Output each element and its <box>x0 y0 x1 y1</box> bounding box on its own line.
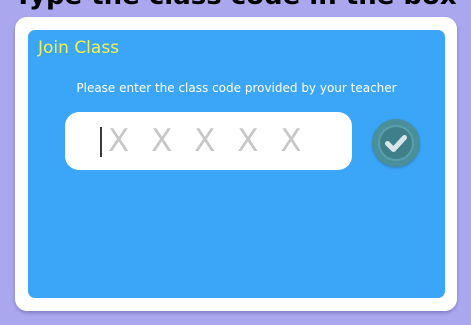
page-banner: Type the class code in the box <box>0 0 471 14</box>
submit-button[interactable] <box>372 119 420 167</box>
checkmark-icon <box>378 125 414 161</box>
class-code-placeholder: X X X X X <box>108 123 308 159</box>
dialog-title: Join Class <box>38 38 120 58</box>
text-caret <box>100 127 102 157</box>
banner-text: Type the class code in the box <box>0 0 471 11</box>
instruction-text: Please enter the class code provided by … <box>76 81 397 95</box>
